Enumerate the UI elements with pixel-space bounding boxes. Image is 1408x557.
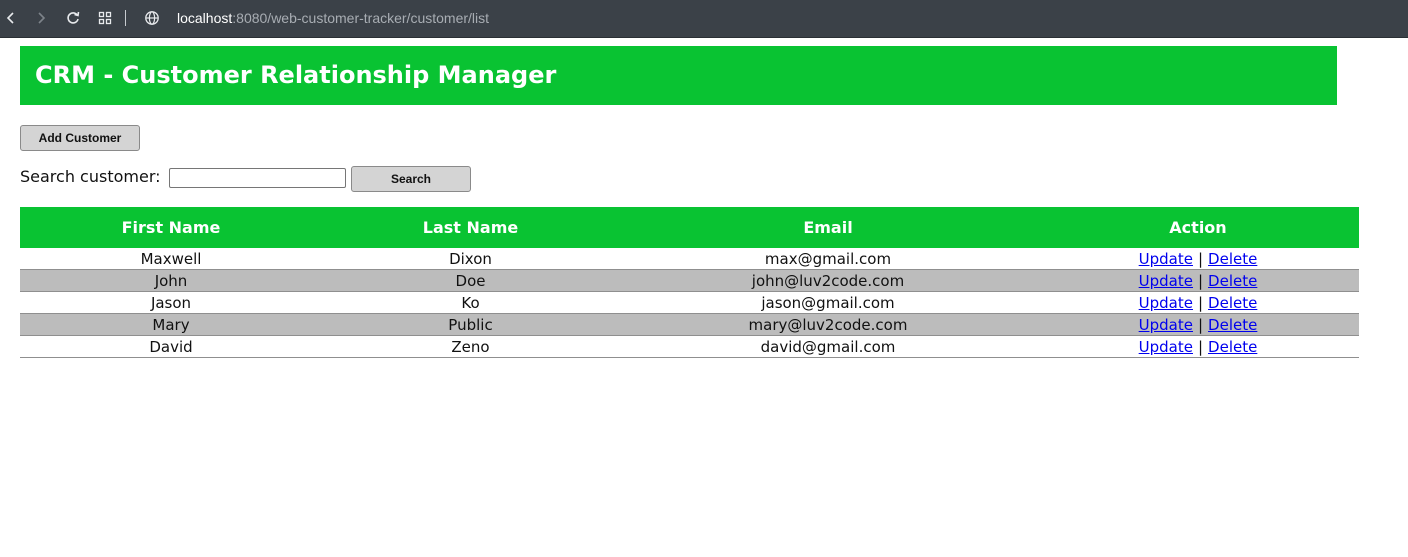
delete-link[interactable]: Delete — [1208, 338, 1257, 356]
toolbar-divider — [125, 10, 126, 26]
back-icon[interactable] — [2, 9, 20, 27]
first-name-cell: John — [154, 271, 188, 290]
update-link[interactable]: Update — [1139, 338, 1193, 356]
email-cell: max@gmail.com — [764, 249, 892, 268]
action-cell: Update | Delete — [1037, 292, 1359, 313]
customer-table: First Name Last Name Email Action Maxwel… — [20, 207, 1359, 358]
table-row: Maxwell Dixon max@gmail.com Update | Delet… — [20, 248, 1359, 270]
update-link[interactable]: Update — [1139, 272, 1193, 290]
table-row: John Doe john@luv2code.com Update | Delete — [20, 270, 1359, 292]
table-row: Jason Ko jason@gmail.com Update | Delete — [20, 292, 1359, 314]
globe-icon[interactable] — [143, 9, 161, 27]
add-customer-button[interactable]: Add Customer — [20, 125, 140, 151]
table-row: Mary Public mary@luv2code.com Update | Del… — [20, 314, 1359, 336]
search-input[interactable] — [169, 168, 346, 188]
delete-link[interactable]: Delete — [1208, 316, 1257, 334]
search-label: Search customer: — [20, 167, 161, 186]
action-cell: Update | Delete — [1037, 336, 1359, 357]
email-cell: john@luv2code.com — [751, 271, 905, 290]
first-name-cell: Maxwell — [140, 249, 202, 268]
table-header: First Name Last Name Email Action — [20, 207, 1359, 248]
first-name-cell: Mary — [152, 315, 190, 334]
email-cell: jason@gmail.com — [761, 293, 895, 312]
table-row: David Zeno david@gmail.com Update | Delete — [20, 336, 1359, 358]
last-name-cell: Doe — [455, 271, 486, 290]
link-separator: | — [1197, 337, 1204, 356]
column-header-last-name: Last Name — [422, 218, 519, 237]
email-cell: david@gmail.com — [760, 337, 896, 356]
browser-toolbar: localhost:8080/web-customer-tracker/cust… — [0, 0, 1408, 38]
email-cell: mary@luv2code.com — [748, 315, 908, 334]
delete-link[interactable]: Delete — [1208, 272, 1257, 290]
first-name-cell: David — [149, 337, 193, 356]
action-cell: Update | Delete — [1037, 248, 1359, 269]
first-name-cell: Jason — [150, 293, 192, 312]
link-separator: | — [1197, 293, 1204, 312]
last-name-cell: Public — [448, 315, 493, 334]
url-path: :8080/web-customer-tracker/customer/list — [232, 10, 490, 26]
column-header-first-name: First Name — [121, 218, 221, 237]
action-cell: Update | Delete — [1037, 314, 1359, 335]
link-separator: | — [1197, 315, 1204, 334]
reload-icon[interactable] — [64, 9, 82, 27]
last-name-cell: Dixon — [449, 249, 492, 268]
update-link[interactable]: Update — [1139, 316, 1193, 334]
delete-link[interactable]: Delete — [1208, 294, 1257, 312]
address-bar[interactable]: localhost:8080/web-customer-tracker/cust… — [177, 10, 489, 27]
page-header: CRM - Customer Relationship Manager — [20, 46, 1337, 105]
update-link[interactable]: Update — [1139, 294, 1193, 312]
last-name-cell: Zeno — [451, 337, 490, 356]
delete-link[interactable]: Delete — [1208, 250, 1257, 268]
link-separator: | — [1197, 271, 1204, 290]
tabs-grid-icon[interactable] — [96, 9, 114, 27]
url-host: localhost — [177, 10, 233, 26]
update-link[interactable]: Update — [1139, 250, 1193, 268]
last-name-cell: Ko — [461, 293, 480, 312]
link-separator: | — [1197, 249, 1204, 268]
column-header-action: Action — [1169, 218, 1227, 237]
page-title: CRM - Customer Relationship Manager — [35, 61, 557, 89]
action-cell: Update | Delete — [1037, 270, 1359, 291]
column-header-email: Email — [803, 218, 853, 237]
search-button[interactable]: Search — [351, 166, 471, 192]
forward-icon[interactable] — [32, 9, 50, 27]
